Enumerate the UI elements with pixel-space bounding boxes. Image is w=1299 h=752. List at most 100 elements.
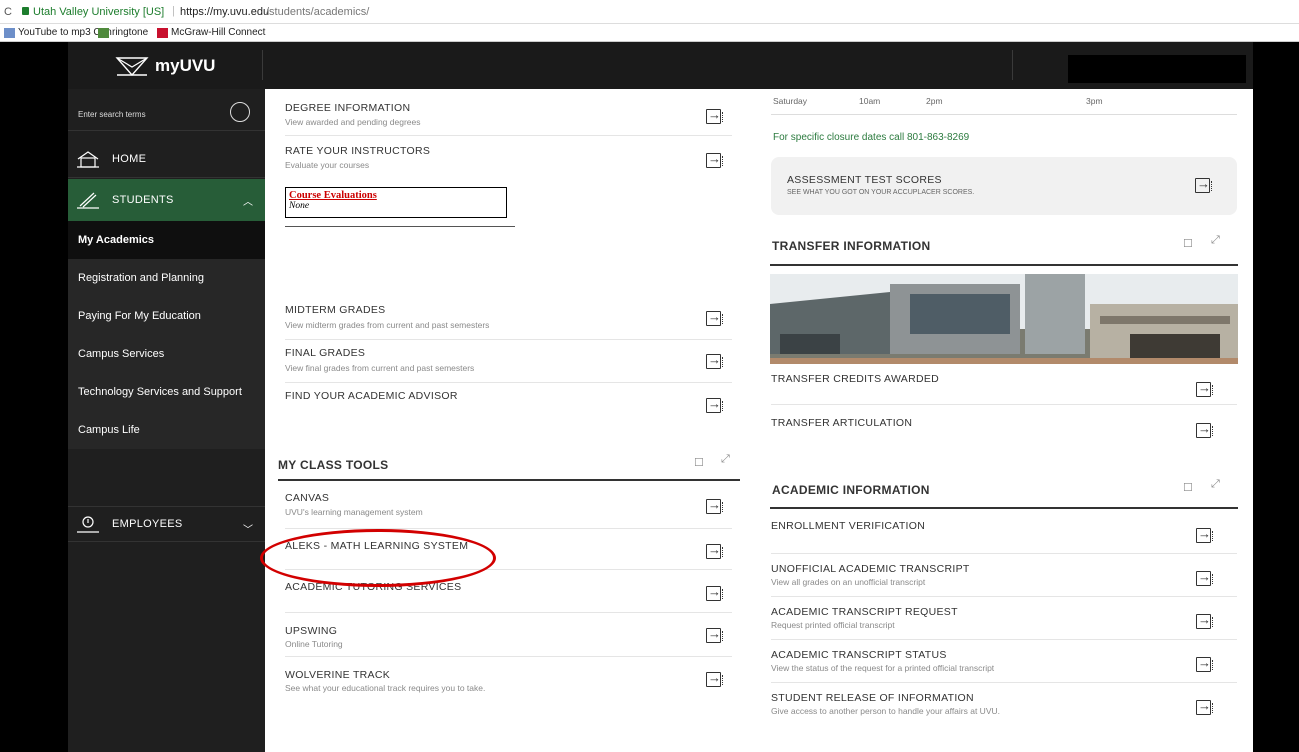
sidebar-subitem-my-academics[interactable]: My Academics bbox=[68, 221, 265, 259]
open-link-icon[interactable] bbox=[1196, 612, 1213, 629]
hours-open: 10am bbox=[859, 96, 881, 106]
hours-day: Saturday bbox=[773, 96, 808, 106]
list-item-enrollment[interactable]: ENROLLMENT VERIFICATION bbox=[771, 512, 1237, 554]
site-identity[interactable]: Utah Valley University [US] bbox=[33, 6, 164, 18]
sidebar-subitem-registration[interactable]: Registration and Planning bbox=[68, 259, 265, 297]
url-host[interactable]: https://my.uvu.edu bbox=[180, 6, 269, 18]
list-item-transcript-status[interactable]: ACADEMIC TRANSCRIPT STATUS View the stat… bbox=[771, 641, 1237, 683]
section-title-class-tools: MY CLASS TOOLS bbox=[278, 458, 389, 472]
list-item-advisor[interactable]: FIND YOUR ACADEMIC ADVISOR bbox=[285, 384, 732, 424]
expand-icon[interactable]: ⤢ bbox=[1211, 478, 1220, 491]
section-rule bbox=[278, 479, 740, 481]
open-link-icon[interactable] bbox=[706, 497, 723, 514]
open-link-icon[interactable] bbox=[1196, 655, 1213, 672]
myuvu-logo[interactable]: myUVU bbox=[115, 54, 215, 78]
open-link-icon[interactable] bbox=[1196, 526, 1213, 543]
list-item-final-grades[interactable]: FINAL GRADES View final grades from curr… bbox=[285, 341, 732, 383]
bookmark-icon[interactable]: ☐ bbox=[1183, 237, 1193, 250]
section-rule bbox=[770, 507, 1238, 509]
open-link-icon[interactable] bbox=[1196, 569, 1213, 586]
uvu-logo-icon bbox=[115, 57, 149, 77]
home-icon bbox=[77, 151, 99, 168]
course-evaluations-box: Course Evaluations None bbox=[285, 187, 507, 218]
open-link-icon[interactable] bbox=[706, 584, 723, 601]
chevron-down-icon[interactable]: ﹀ bbox=[243, 521, 253, 536]
bookmark-mcgraw-hill[interactable]: McGraw-Hill Connect bbox=[157, 27, 265, 38]
sidebar-subitem-campus-life[interactable]: Campus Life bbox=[68, 411, 265, 449]
search-icon[interactable] bbox=[230, 102, 250, 122]
bookmark-icon[interactable]: ☐ bbox=[694, 456, 704, 469]
campus-building-image bbox=[770, 274, 1238, 364]
hours-row: Saturday 10am 2pm 3pm bbox=[773, 96, 1103, 106]
hours-close: 2pm bbox=[926, 96, 943, 106]
item-title: MIDTERM GRADES bbox=[285, 304, 386, 316]
ringtone-icon bbox=[98, 27, 109, 38]
list-item-student-release[interactable]: STUDENT RELEASE OF INFORMATION Give acce… bbox=[771, 684, 1237, 726]
item-title: CANVAS bbox=[285, 492, 330, 504]
item-subtitle: See what your educational track requires… bbox=[285, 683, 486, 693]
sidebar-item-label: EMPLOYEES bbox=[112, 518, 183, 530]
list-item-upswing[interactable]: UPSWING Online Tutoring bbox=[285, 614, 732, 657]
employees-icon bbox=[77, 516, 99, 533]
open-link-icon[interactable] bbox=[706, 352, 723, 369]
search-input[interactable]: Enter search terms bbox=[78, 110, 146, 119]
open-link-icon[interactable] bbox=[1196, 421, 1213, 438]
divider bbox=[285, 226, 515, 227]
chevron-up-icon[interactable]: ︿ bbox=[243, 193, 253, 208]
item-title: UNOFFICIAL ACADEMIC TRANSCRIPT bbox=[771, 563, 970, 575]
open-link-icon[interactable] bbox=[706, 396, 723, 413]
course-evaluations-link[interactable]: Course Evaluations bbox=[289, 190, 503, 201]
address-bar[interactable]: C Utah Valley University [US] | https://… bbox=[0, 0, 1299, 24]
item-title: FIND YOUR ACADEMIC ADVISOR bbox=[285, 390, 458, 402]
bookmark-icon[interactable]: ☐ bbox=[1183, 481, 1193, 494]
youtube-mp3-icon bbox=[4, 27, 15, 38]
sidebar-item-home[interactable]: HOME bbox=[68, 141, 265, 178]
list-item-rate[interactable]: RATE YOUR INSTRUCTORS Evaluate your cour… bbox=[285, 138, 732, 184]
item-title: ACADEMIC TRANSCRIPT STATUS bbox=[771, 649, 947, 661]
item-subtitle: Give access to another person to handle … bbox=[771, 706, 1000, 716]
list-item-unofficial-transcript[interactable]: UNOFFICIAL ACADEMIC TRANSCRIPT View all … bbox=[771, 555, 1237, 597]
list-item-midterm[interactable]: MIDTERM GRADES View midterm grades from … bbox=[285, 298, 732, 340]
sidebar-subitem-technology[interactable]: Technology Services and Support bbox=[68, 373, 265, 411]
open-link-icon[interactable] bbox=[706, 151, 723, 168]
open-link-icon[interactable] bbox=[706, 542, 723, 559]
sidebar-item-students[interactable]: STUDENTS ︿ bbox=[68, 179, 265, 221]
open-link-icon[interactable] bbox=[1195, 176, 1212, 193]
open-link-icon[interactable] bbox=[706, 107, 723, 124]
bookmarks-bar: YouTube to mp3 Con ringtone McGraw-Hill … bbox=[0, 24, 1299, 42]
hours-extra: 3pm bbox=[1086, 96, 1103, 106]
list-item-canvas[interactable]: CANVAS UVU's learning management system bbox=[285, 486, 732, 529]
item-subtitle: Evaluate your courses bbox=[285, 160, 370, 170]
sidebar-item-label: STUDENTS bbox=[112, 194, 174, 206]
bookmark-youtube-mp3[interactable]: YouTube to mp3 Con bbox=[4, 27, 112, 38]
expand-icon[interactable]: ⤢ bbox=[1211, 234, 1220, 247]
list-item-transfer-articulation[interactable]: TRANSFER ARTICULATION bbox=[771, 408, 1237, 448]
sidebar-subitem-paying[interactable]: Paying For My Education bbox=[68, 297, 265, 335]
item-title: UPSWING bbox=[285, 625, 338, 637]
open-link-icon[interactable] bbox=[706, 309, 723, 326]
section-title-academic-info: ACADEMIC INFORMATION bbox=[772, 483, 930, 497]
sidebar-item-employees[interactable]: EMPLOYEES ﹀ bbox=[68, 506, 265, 542]
user-account-box[interactable] bbox=[1068, 55, 1246, 83]
url-path[interactable]: /students/academics/ bbox=[266, 6, 369, 18]
list-item-transfer-credits[interactable]: TRANSFER CREDITS AWARDED bbox=[771, 365, 1237, 405]
list-item-degree[interactable]: DEGREE INFORMATION View awarded and pend… bbox=[285, 96, 732, 136]
bookmark-ringtone[interactable]: ringtone bbox=[98, 27, 148, 38]
sidebar-subitem-campus-services[interactable]: Campus Services bbox=[68, 335, 265, 373]
open-link-icon[interactable] bbox=[706, 670, 723, 687]
item-subtitle: View the status of the request for a pri… bbox=[771, 663, 995, 673]
open-link-icon[interactable] bbox=[706, 626, 723, 643]
item-subtitle: View awarded and pending degrees bbox=[285, 117, 421, 127]
reload-icon[interactable]: C bbox=[4, 6, 12, 18]
list-item-transcript-request[interactable]: ACADEMIC TRANSCRIPT REQUEST Request prin… bbox=[771, 598, 1237, 640]
open-link-icon[interactable] bbox=[1196, 698, 1213, 715]
sidebar-search[interactable]: Enter search terms bbox=[68, 89, 265, 131]
expand-icon[interactable]: ⤢ bbox=[721, 453, 730, 466]
logo-text: myUVU bbox=[155, 56, 216, 75]
open-link-icon[interactable] bbox=[1196, 380, 1213, 397]
list-item-wolverine-track[interactable]: WOLVERINE TRACK See what your educationa… bbox=[285, 658, 732, 700]
assessment-test-scores-card[interactable]: ASSESSMENT TEST SCORES SEE WHAT YOU GOT … bbox=[771, 157, 1237, 215]
highlight-circle-annotation bbox=[260, 529, 496, 587]
url-separator: | bbox=[172, 5, 175, 17]
section-title-transfer: TRANSFER INFORMATION bbox=[772, 239, 931, 253]
